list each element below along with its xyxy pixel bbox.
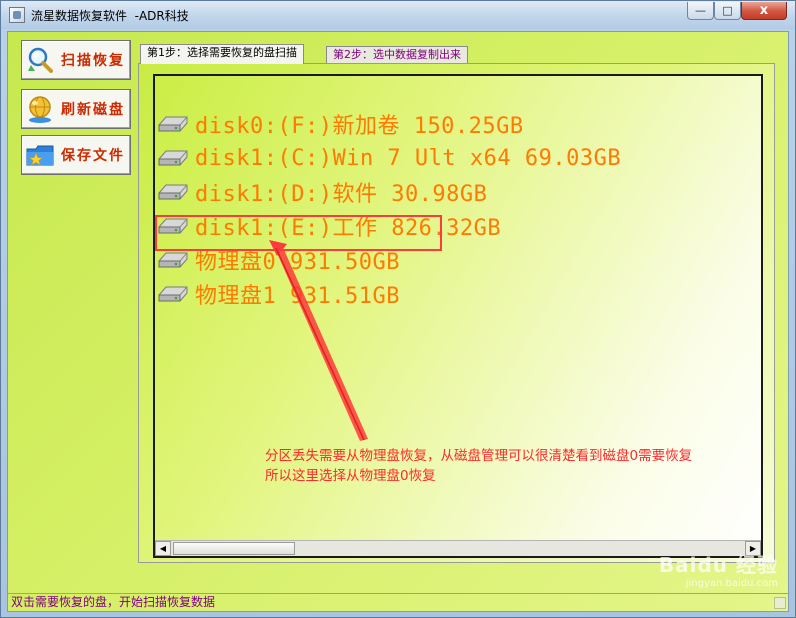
scan-recover-button[interactable]: 扫描恢复 bbox=[21, 40, 131, 80]
save-files-button[interactable]: 保存文件 bbox=[21, 135, 131, 175]
maximize-button[interactable]: □ bbox=[714, 2, 741, 20]
save-files-label: 保存文件 bbox=[61, 148, 125, 164]
scan-recover-label: 扫描恢复 bbox=[61, 53, 125, 69]
window-title: 流星数据恢复软件 -ADR科技 bbox=[31, 9, 189, 23]
globe-icon bbox=[25, 94, 55, 124]
watermark-text: Baidu 经验 bbox=[658, 553, 778, 577]
tab-panel: disk0:(F:)新加卷 150.25GB disk1:(C:)Win 7 U… bbox=[138, 63, 775, 563]
status-bar: 双击需要恢复的盘，开始扫描恢复数据 bbox=[8, 593, 788, 611]
app-window: 流星数据恢复软件 -ADR科技 — □ x 扫描恢复 刷新磁盘 保存文件 第1步… bbox=[0, 0, 796, 618]
refresh-disks-button[interactable]: 刷新磁盘 bbox=[21, 89, 131, 129]
client-area: 扫描恢复 刷新磁盘 保存文件 第1步：选择需要恢复的盘扫描 第2步：选中数据复制… bbox=[7, 31, 789, 612]
scroll-left-button[interactable]: ◀ bbox=[155, 541, 171, 556]
disk-list[interactable]: disk0:(F:)新加卷 150.25GB disk1:(C:)Win 7 U… bbox=[153, 74, 763, 558]
annotation-line-2: 所以这里选择从物理盘0恢复 bbox=[265, 468, 436, 484]
minimize-button[interactable]: — bbox=[687, 2, 714, 20]
annotation-line-1: 分区丢失需要从物理盘恢复，从磁盘管理可以很清楚看到磁盘0需要恢复 bbox=[265, 448, 693, 464]
annotation-text: 分区丢失需要从物理盘恢复，从磁盘管理可以很清楚看到磁盘0需要恢复 所以这里选择从… bbox=[265, 446, 785, 486]
watermark: Baidu 经验 jingyan.baidu.com bbox=[659, 549, 778, 589]
resize-grip[interactable] bbox=[774, 597, 786, 609]
refresh-disks-label: 刷新磁盘 bbox=[61, 102, 125, 118]
scrollbar-thumb[interactable] bbox=[173, 542, 295, 555]
app-icon[interactable] bbox=[9, 7, 25, 23]
title-bar[interactable]: 流星数据恢复软件 -ADR科技 — □ x bbox=[1, 1, 795, 29]
magnifier-icon bbox=[25, 45, 55, 75]
folder-star-icon bbox=[25, 140, 55, 170]
tab-step1-select-disk[interactable]: 第1步：选择需要恢复的盘扫描 bbox=[140, 44, 304, 64]
close-button[interactable]: x bbox=[741, 2, 787, 20]
tab-step2-copy-data[interactable]: 第2步：选中数据复制出来 bbox=[326, 46, 468, 64]
watermark-subtext: jingyan.baidu.com bbox=[685, 578, 778, 589]
status-text: 双击需要恢复的盘，开始扫描恢复数据 bbox=[11, 595, 216, 609]
